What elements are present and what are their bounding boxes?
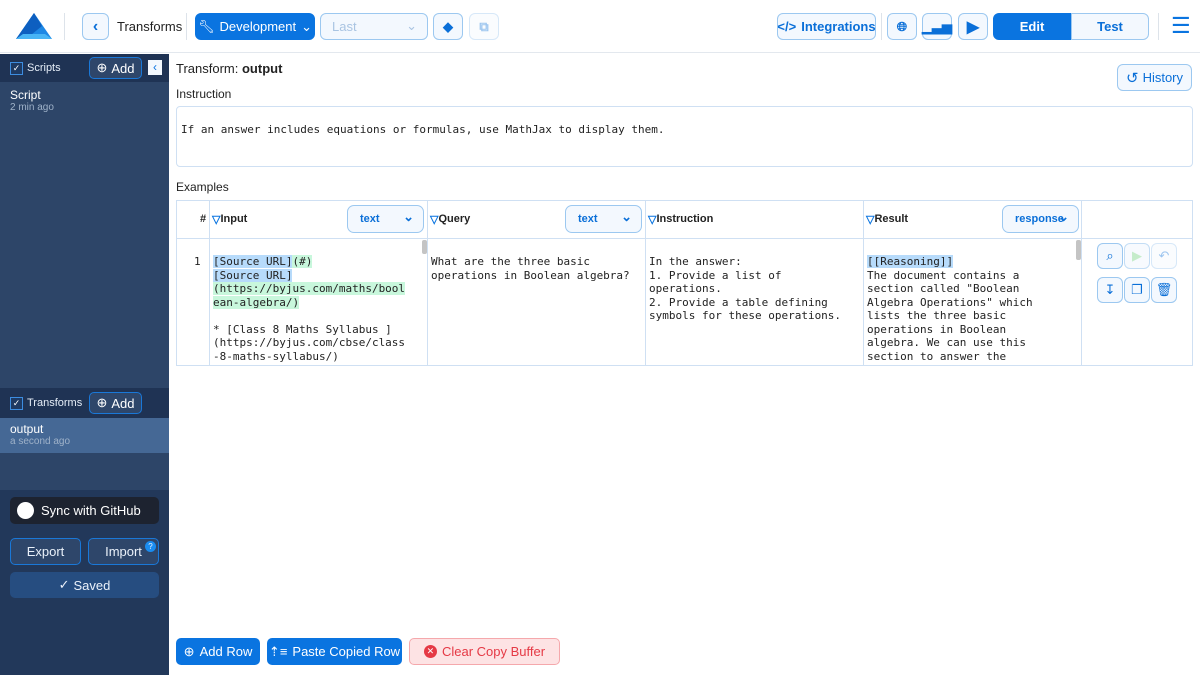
clear-copy-buffer-button[interactable]: ✕ Clear Copy Buffer <box>409 638 560 665</box>
check-icon: ✓ <box>58 577 70 592</box>
tab-test[interactable]: Test <box>1071 13 1149 40</box>
query-type-select[interactable]: text <box>565 205 642 233</box>
plus-circle-icon: ⊕ <box>96 395 108 410</box>
search-icon[interactable]: ⌕ <box>1097 243 1123 269</box>
breadcrumb: Transforms <box>117 19 183 34</box>
sidebar: ✓ Scripts ⊕ Add ‹ Script 2 min ago ✓ Transfo… <box>0 54 169 675</box>
saved-button[interactable]: ✓ Saved <box>10 572 159 598</box>
history-button[interactable]: ↺ History <box>1117 64 1192 91</box>
result-type-select[interactable]: response <box>1002 205 1079 233</box>
run-icon[interactable]: ▶︎ <box>1124 243 1150 269</box>
tag-icon[interactable]: ◆ <box>433 13 463 40</box>
examples-label: Examples <box>176 180 229 194</box>
scripts-section-header: ✓ Scripts <box>0 54 169 82</box>
query-cell[interactable]: What are the three basic operations in B… <box>431 255 630 282</box>
help-icon[interactable]: ? <box>145 541 156 552</box>
top-toolbar: ‹ Transforms 🔧︎ Development ⌄ Last ⌄ ◆ ⧉ </… <box>0 0 1200 53</box>
transforms-section-header: ✓ Transforms <box>0 388 169 418</box>
scrollbar[interactable] <box>422 240 427 254</box>
undo-icon[interactable]: ↶ <box>1151 243 1177 269</box>
page-title: Transform: output <box>176 61 283 76</box>
column-header-query[interactable]: ▽ Query <box>430 200 470 238</box>
filter-icon: ▽ <box>430 213 439 226</box>
integrations-button[interactable]: </> Integrations <box>777 13 876 40</box>
collapse-checkbox[interactable]: ✓ <box>10 61 23 75</box>
column-header-number: # <box>200 213 207 225</box>
add-transform-button[interactable]: ⊕ Add <box>89 392 142 414</box>
export-button[interactable]: Export <box>10 538 81 565</box>
instruction-label: Instruction <box>176 87 232 101</box>
instruction-textarea[interactable]: If an answer includes equations or formu… <box>176 106 1193 167</box>
add-row-button[interactable]: ⊕ Add Row <box>176 638 260 665</box>
script-item[interactable]: Script 2 min ago <box>0 84 169 117</box>
result-cell[interactable]: [[Reasoning]] The document contains a se… <box>867 255 1077 364</box>
history-icon: ↺ <box>1125 69 1139 87</box>
environment-dropdown[interactable]: 🔧︎ Development ⌄ <box>195 13 315 40</box>
tab-edit[interactable]: Edit <box>993 13 1071 40</box>
copy-icon[interactable]: ❐ <box>1124 277 1150 303</box>
close-circle-icon: ✕ <box>423 645 437 658</box>
globe-icon[interactable]: 🌐︎ <box>887 13 917 40</box>
back-button[interactable]: ‹ <box>82 13 109 40</box>
filter-icon: ▽ <box>648 213 657 226</box>
sync-github-button[interactable]: Sync with GitHub <box>10 497 159 524</box>
input-cell[interactable]: [Source URL](#) [Source URL] (https://by… <box>213 255 423 364</box>
wrench-icon: 🔧︎ <box>197 18 215 34</box>
paste-icon: ⇡≡ <box>268 643 288 659</box>
paste-copied-row-button[interactable]: ⇡≡ Paste Copied Row <box>267 638 402 665</box>
chevron-down-icon: ⌄ <box>301 18 313 34</box>
compare-icon[interactable]: ⧉ <box>469 13 499 40</box>
collapse-sidebar-icon[interactable]: ‹ <box>148 60 162 75</box>
code-icon: </> <box>777 19 797 34</box>
plus-circle-icon: ⊕ <box>96 60 108 75</box>
transform-item[interactable]: output a second ago <box>0 418 169 453</box>
add-script-button[interactable]: ⊕ Add <box>89 57 142 79</box>
plus-circle-icon: ⊕ <box>183 643 195 659</box>
input-type-select[interactable]: text <box>347 205 424 233</box>
menu-icon[interactable]: ☰ <box>1171 15 1191 37</box>
import-button[interactable]: Import? <box>88 538 159 565</box>
trash-icon[interactable]: 🗑︎ <box>1151 277 1177 303</box>
scrollbar[interactable] <box>1076 240 1081 260</box>
row-number: 1 <box>194 255 201 268</box>
chart-icon[interactable]: ▁▃▅ <box>922 13 952 40</box>
collapse-checkbox[interactable]: ✓ <box>10 396 23 410</box>
version-select[interactable]: Last ⌄ <box>320 13 428 40</box>
filter-icon: ▽ <box>866 213 875 226</box>
instruction-cell[interactable]: In the answer: 1. Provide a list of oper… <box>649 255 841 323</box>
github-icon <box>17 502 34 519</box>
column-header-input[interactable]: ▽ Input <box>212 200 247 238</box>
insert-row-icon[interactable]: ↧ <box>1097 277 1123 303</box>
play-icon[interactable]: ▶︎ <box>958 13 988 40</box>
app-logo <box>16 13 52 39</box>
column-header-instruction[interactable]: ▽ Instruction <box>648 200 713 238</box>
filter-icon: ▽ <box>212 213 221 226</box>
column-header-result[interactable]: ▽ Result <box>866 200 908 238</box>
chevron-down-icon: ⌄ <box>406 18 417 33</box>
